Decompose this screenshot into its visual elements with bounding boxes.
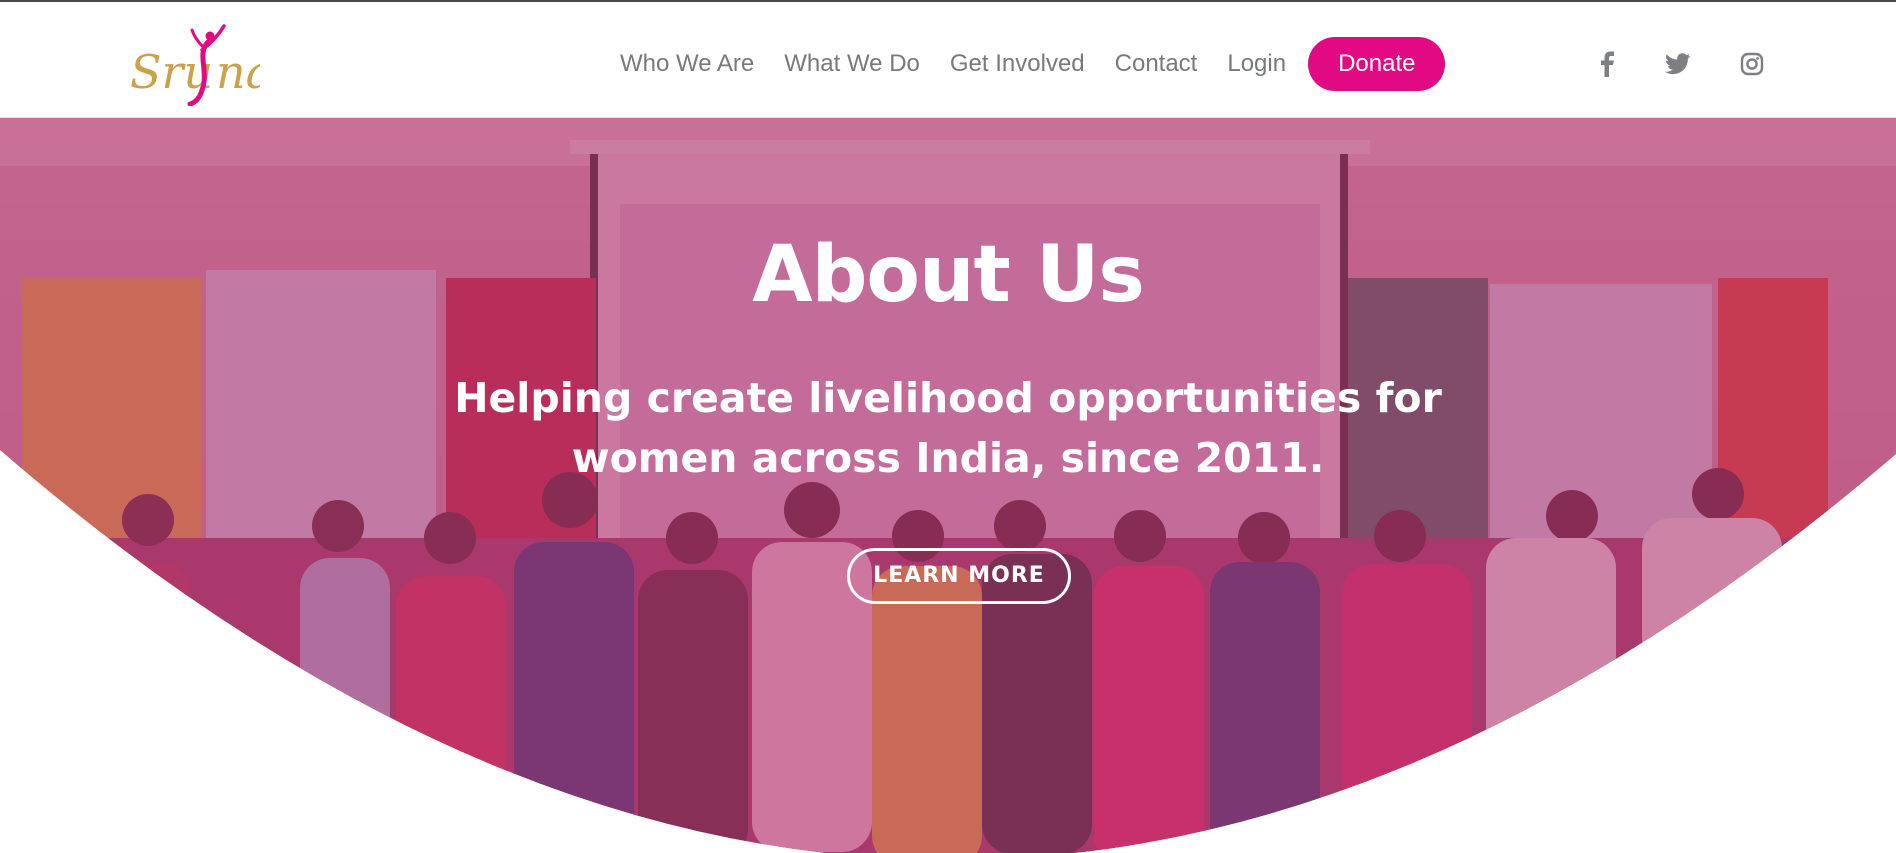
hero-subtitle-line-1: Helping create livelihood opportunities … xyxy=(454,374,1442,422)
nav-get-involved[interactable]: Get Involved xyxy=(950,50,1085,78)
donate-button[interactable]: Donate xyxy=(1308,37,1446,91)
svg-text:na: na xyxy=(216,45,260,99)
main-nav: Who We Are What We Do Get Involved Conta… xyxy=(620,36,1446,92)
learn-more-button[interactable]: LEARN MORE xyxy=(847,548,1071,604)
hero-section: About Us Helping create livelihood oppor… xyxy=(0,118,1896,853)
facebook-icon[interactable] xyxy=(1592,48,1624,80)
site-header: Sru na Who We Are What We Do Get Involve… xyxy=(0,2,1896,118)
hero-subtitle-line-2: women across India, since 2011. xyxy=(571,434,1325,482)
nav-login[interactable]: Login xyxy=(1227,50,1286,78)
nav-who-we-are[interactable]: Who We Are xyxy=(620,50,754,78)
hero-title: About Us xyxy=(752,230,1145,320)
instagram-icon[interactable] xyxy=(1736,48,1768,80)
srujna-logo[interactable]: Sru na xyxy=(128,22,273,107)
twitter-icon[interactable] xyxy=(1662,48,1694,80)
hero-subtitle: Helping create livelihood opportunities … xyxy=(448,368,1448,488)
nav-contact[interactable]: Contact xyxy=(1115,50,1198,78)
nav-what-we-do[interactable]: What We Do xyxy=(784,50,920,78)
